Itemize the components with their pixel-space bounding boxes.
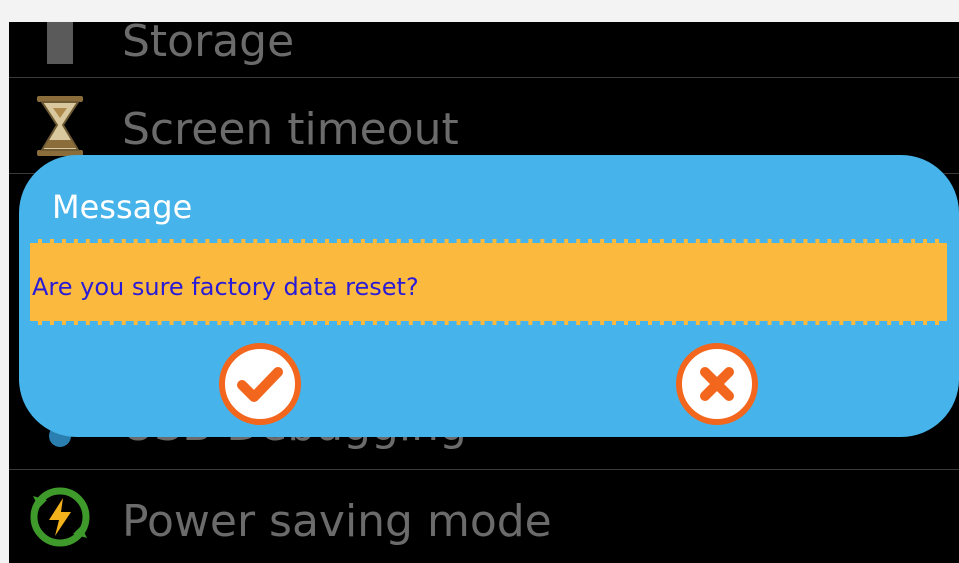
- message-text: Are you sure factory data reset?: [32, 273, 419, 301]
- power-saving-icon: [27, 484, 93, 550]
- dialog-title: Message: [52, 188, 193, 226]
- message-dialog: Message Are you sure factory data reset?: [19, 155, 959, 437]
- setting-label-screen-timeout: Screen timeout: [122, 104, 459, 155]
- confirm-button[interactable]: [219, 343, 301, 425]
- cancel-button[interactable]: [676, 343, 758, 425]
- storage-icon: [27, 22, 93, 78]
- setting-row-storage[interactable]: Storage: [9, 22, 959, 78]
- message-box: Are you sure factory data reset?: [30, 239, 947, 325]
- setting-label-storage: Storage: [122, 22, 295, 67]
- setting-label-power-saving: Power saving mode: [122, 496, 552, 547]
- check-icon: [237, 367, 283, 402]
- close-icon: [700, 367, 734, 401]
- hourglass-icon: [27, 92, 93, 158]
- setting-row-power-saving[interactable]: Power saving mode: [9, 470, 959, 563]
